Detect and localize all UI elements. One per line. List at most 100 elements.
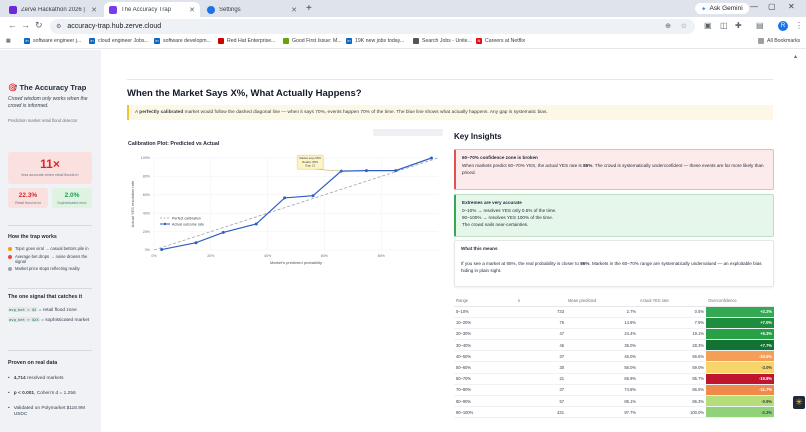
n-cell: 37 [516,384,566,397]
n-cell: 21 [516,373,566,385]
tab-accuracy-trap[interactable]: The Accuracy Trap ✕ [104,2,200,17]
big-stat-caption: less accurate when retail floods in [21,173,79,177]
divider [8,288,92,289]
actual-cell: 56.6% [638,350,706,363]
table-row: 20–30% 47 24.4% 19.1% +5.3% [454,328,774,341]
extension-icon[interactable]: ◫ [720,21,728,30]
data-point[interactable] [394,169,398,173]
bookmark-item[interactable]: Good First Issue: M... [283,38,342,44]
browser-tab-strip: Zerve Hackathon 2026 | Zerve... ✕ The Ac… [0,0,806,17]
close-icon[interactable]: ✕ [91,6,97,14]
menu-icon[interactable]: ⋮ [795,21,803,30]
maximize-icon[interactable]: ▢ [768,2,776,11]
signal-code: avg_bet > $XX [8,317,40,322]
data-point[interactable] [283,196,287,200]
bullet-icon [8,266,12,271]
calibration-table: Range n Mean predicted Actual YES rate O… [454,295,774,419]
overconfidence-cell: -2.3% [706,406,774,419]
range-cell: 20–30% [454,328,516,341]
new-tab-button[interactable]: + [306,3,312,14]
sidebar-icon[interactable]: ▤ [756,21,764,30]
actual-cell: 85.7% [638,373,706,385]
bookmark-star-icon[interactable]: ☆ [681,22,687,30]
x-tick-label: 80% [378,254,386,258]
all-bookmarks[interactable]: All Bookmarks [758,38,800,44]
extension-icon[interactable]: ▣ [704,21,712,30]
apps-grid-icon[interactable]: ▦ [6,38,11,44]
column-header[interactable]: Mean predicted [566,295,638,307]
minimize-icon[interactable]: — [750,2,758,11]
range-cell: 90–100% [454,406,516,419]
zerve-logo-icon[interactable]: ✳ [793,396,805,409]
tab-label: Zerve Hackathon 2026 | Zerve... [21,6,87,13]
data-point[interactable] [364,169,368,173]
x-tick-labels: 0% 20% 40% 60% 80% [151,254,385,258]
signal-line: avg_bet < $X = retail flood zone [8,307,77,313]
sophisticated-error-caption: Sophisticated error [57,201,87,205]
data-point[interactable] [221,230,225,234]
predicted-cell: 65.9% [566,373,638,385]
data-point[interactable] [254,222,258,226]
sidebar-subtitle: Prediction market retail flood detector [8,118,78,123]
column-header[interactable]: Overconfidence [706,295,774,307]
predicted-cell: 36.0% [566,339,638,352]
zoom-icon[interactable]: ⊕ [665,22,671,30]
insight-card-broken-zone: 60–70% confidence zone is broken When ma… [454,149,774,190]
tab-zerve-hackathon[interactable]: Zerve Hackathon 2026 | Zerve... ✕ [4,2,102,17]
window-close-icon[interactable]: ✕ [788,2,795,11]
browser-toolbar: ← → ↻ ⚙ accuracy-trap.hub.zerve.cloud ☆ … [0,17,806,36]
range-cell: 10–20% [454,317,516,329]
column-header[interactable]: Actual YES rate [638,295,706,307]
data-point[interactable] [194,241,198,245]
back-icon[interactable]: ← [8,20,17,30]
chart-toolbar[interactable] [373,129,443,136]
divider [127,79,773,80]
ask-gemini-label: Ask Gemini [709,5,743,12]
redhat-icon [218,38,224,44]
predicted-cell: 24.4% [566,328,638,341]
tab-settings[interactable]: Settings ✕ [202,2,302,17]
x-tick-label: 40% [264,254,272,258]
data-point[interactable] [311,194,315,198]
reload-icon[interactable]: ↻ [35,20,43,31]
how-title: How the trap works [8,234,57,240]
scroll-up-icon[interactable]: ▴ [794,53,797,60]
gfi-icon [283,38,289,44]
range-cell: 70–80% [454,384,516,397]
bookmark-item[interactable]: in cloud engineer Jobs... [89,38,149,44]
actual-cell: 59.0% [638,361,706,374]
insight-title: What this means [461,246,498,251]
chart-legend: Perfect calibration Actual outcome rate [160,217,204,227]
close-icon[interactable]: ✕ [189,6,195,14]
annotation-pointer [315,168,342,172]
avatar[interactable]: R [778,21,788,31]
bookmark-item[interactable]: in software developm... [154,38,211,44]
bookmark-item[interactable]: in software engineer j... [24,38,81,44]
sidebar-title: 🎯 The Accuracy Trap [8,83,87,92]
bookmark-item[interactable]: Search Jobs - Unite... [413,38,472,44]
bookmark-item[interactable]: N Careers at Netflix [476,38,525,44]
gap-annotation: Market says 65%Reality: 86%Gap: 21 [296,154,342,172]
x-axis-label: Market's predicted probability [270,260,322,265]
table-row: 10–20% 76 14.8% 7.9% +7.0% [454,317,774,329]
address-bar[interactable]: ⚙ accuracy-trap.hub.zerve.cloud ☆ ⊕ [50,19,695,34]
range-cell: 40–50% [454,350,516,363]
close-icon[interactable]: ✕ [291,6,297,14]
forward-icon[interactable]: → [21,20,30,30]
target-icon: 🎯 [8,83,18,92]
column-header[interactable]: Range [454,295,516,307]
bookmark-item[interactable]: Red Hat Enterprise... [218,38,275,44]
puzzle-icon[interactable]: ✚ [735,21,742,30]
actual-cell: 19.1% [638,328,706,341]
netflix-icon: N [476,38,482,44]
site-info-icon[interactable]: ⚙ [56,23,61,30]
bookmark-item[interactable]: in 19K new jobs today... [346,38,404,44]
ask-gemini-button[interactable]: ✦ Ask Gemini [695,3,749,14]
linkedin-icon: in [89,38,95,44]
data-point[interactable] [429,156,433,160]
data-point[interactable] [160,248,164,252]
column-header[interactable]: n [516,295,566,307]
table-row: 80–90% 57 85.1% 86.3% -0.9% [454,395,774,408]
insight-title: Extremes are very accurate [462,200,522,205]
bullet-icon [8,246,12,251]
